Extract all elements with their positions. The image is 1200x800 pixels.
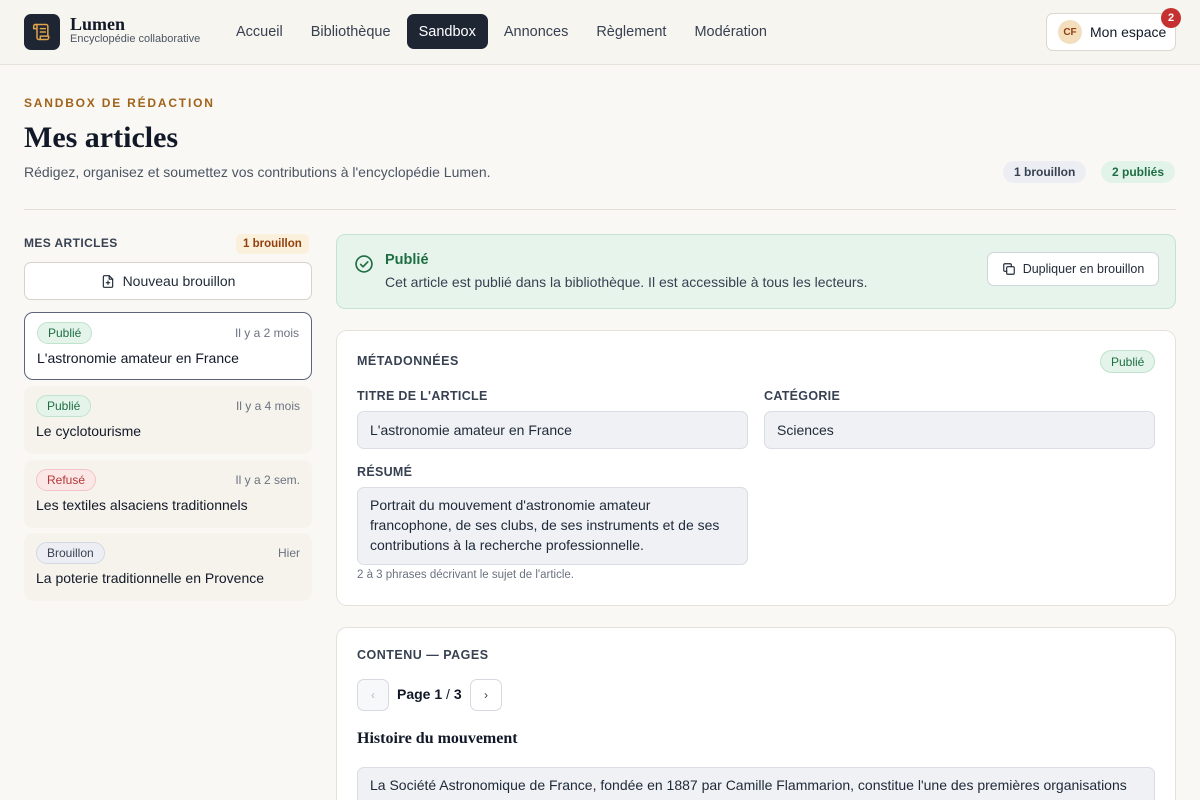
article-item[interactable]: Brouillon Hier La poterie traditionnelle…: [24, 533, 312, 601]
brand-subtitle: Encyclopédie collaborative: [70, 33, 201, 45]
divider: [24, 209, 1176, 210]
page-eyebrow: SANDBOX DE RÉDACTION: [24, 96, 215, 110]
article-title-input[interactable]: L'astronomie amateur en France: [357, 411, 748, 449]
total-pages: 3: [453, 686, 462, 702]
page-content-editor[interactable]: La Société Astronomique de France, fondé…: [357, 767, 1155, 800]
summary-textarea[interactable]: Portrait du mouvement d'astronomie amate…: [357, 487, 748, 565]
sidebar-title: MES ARTICLES: [24, 236, 118, 250]
current-page: 1: [434, 686, 443, 702]
drafts-count-badge: 1 brouillon: [1003, 161, 1087, 183]
summary-hint: 2 à 3 phrases décrivant le sujet de l'ar…: [357, 569, 574, 581]
article-time: Il y a 2 mois: [234, 326, 299, 340]
main-nav: Accueil Bibliothèque Sandbox Annonces Rè…: [224, 14, 779, 49]
category-label: CATÉGORIE: [764, 389, 841, 403]
nav-sandbox[interactable]: Sandbox: [406, 14, 488, 49]
metadata-title: MÉTADONNÉES: [357, 354, 459, 368]
section-title: Histoire du mouvement: [357, 730, 518, 747]
metadata-card: MÉTADONNÉES Publié TITRE DE L'ARTICLE L'…: [336, 330, 1176, 606]
nav-reglement[interactable]: Règlement: [584, 14, 678, 49]
sidebar-count-badge: 1 brouillon: [236, 234, 309, 254]
status-badge: Publié: [37, 322, 93, 344]
page-indicator: Page 1 / 3: [397, 686, 462, 702]
duplicate-draft-button[interactable]: Dupliquer en brouillon: [987, 252, 1159, 286]
check-circle-icon: [355, 255, 373, 273]
notification-badge[interactable]: 2: [1161, 8, 1181, 28]
article-item[interactable]: Publié Il y a 2 mois L'astronomie amateu…: [24, 312, 312, 380]
banner-text: Cet article est publié dans la bibliothè…: [385, 274, 868, 290]
top-header: Lumen Encyclopédie collaborative Accueil…: [0, 0, 1200, 65]
status-badge: Brouillon: [36, 542, 105, 564]
account-label: Mon espace: [1090, 24, 1167, 40]
brand-name[interactable]: Lumen: [70, 14, 125, 35]
next-page-button[interactable]: ›: [470, 679, 502, 711]
published-banner: Publié Cet article est publié dans la bi…: [336, 234, 1176, 309]
content-card: CONTENU — PAGES ‹ Page 1 / 3 › Histoire …: [336, 627, 1176, 800]
article-time: Il y a 2 sem.: [235, 473, 300, 487]
account-button[interactable]: CF Mon espace: [1046, 13, 1176, 51]
status-badge: Publié: [36, 395, 92, 417]
page-subtitle: Rédigez, organisez et soumettez vos cont…: [24, 164, 491, 180]
status-badge: Publié: [1100, 350, 1156, 373]
nav-bibliotheque[interactable]: Bibliothèque: [299, 14, 403, 49]
file-plus-icon: [102, 274, 113, 288]
content-title: CONTENU — PAGES: [357, 648, 489, 662]
scroll-icon: [32, 23, 50, 41]
summary-label: RÉSUMÉ: [357, 465, 413, 479]
article-title: La poterie traditionnelle en Provence: [36, 570, 265, 586]
nav-moderation[interactable]: Modération: [682, 14, 779, 49]
status-badge: Refusé: [36, 469, 97, 491]
banner-title: Publié: [385, 252, 429, 268]
article-title: L'astronomie amateur en France: [37, 350, 239, 366]
page-title: Mes articles: [24, 121, 179, 154]
article-item[interactable]: Publié Il y a 4 mois Le cyclotourisme: [24, 386, 312, 454]
previous-page-button[interactable]: ‹: [357, 679, 389, 711]
page-word: Page: [397, 686, 431, 702]
nav-annonces[interactable]: Annonces: [492, 14, 581, 49]
logo[interactable]: [24, 14, 60, 50]
nav-accueil[interactable]: Accueil: [224, 14, 295, 49]
copy-icon: [1002, 263, 1015, 275]
article-title: Les textiles alsaciens traditionnels: [36, 497, 248, 513]
category-select[interactable]: Sciences: [764, 411, 1155, 449]
article-time: Il y a 4 mois: [235, 399, 300, 413]
published-count-badge: 2 publiés: [1101, 161, 1176, 183]
duplicate-draft-label: Dupliquer en brouillon: [1022, 262, 1145, 276]
article-item[interactable]: Refusé Il y a 2 sem. Les textiles alsaci…: [24, 460, 312, 528]
article-title: Le cyclotourisme: [36, 423, 142, 439]
new-draft-label: Nouveau brouillon: [122, 273, 236, 289]
article-title-label: TITRE DE L'ARTICLE: [357, 389, 488, 403]
new-draft-button[interactable]: Nouveau brouillon: [24, 262, 312, 300]
page-separator: /: [446, 686, 450, 702]
avatar: CF: [1058, 20, 1082, 44]
article-time: Hier: [277, 546, 300, 560]
